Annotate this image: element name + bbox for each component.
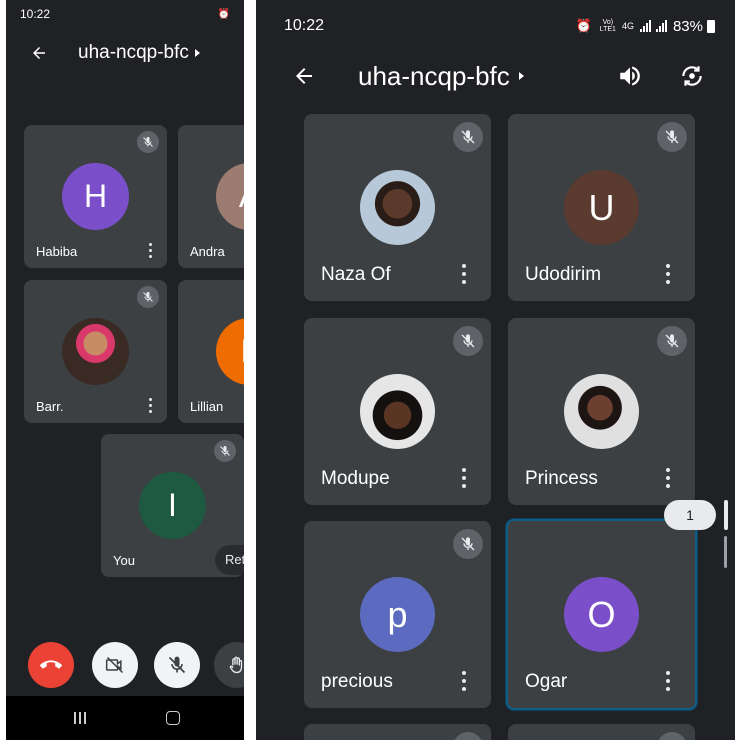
- profile-photo: [62, 318, 129, 385]
- back-arrow-icon[interactable]: [30, 44, 52, 62]
- camera-off-icon: [105, 656, 124, 674]
- battery-icon: [707, 19, 715, 33]
- caret-right-icon: [194, 49, 200, 57]
- participant-tile-you[interactable]: I You Ret: [101, 434, 244, 577]
- participant-name: Lillian: [190, 399, 224, 414]
- meeting-code[interactable]: uha-ncqp-bfc: [358, 61, 510, 92]
- page-indicator-bubble: 1: [664, 500, 716, 530]
- back-arrow-icon[interactable]: [292, 64, 320, 88]
- participant-name: Naza Of: [321, 264, 391, 285]
- network-type: 4G: [621, 21, 634, 31]
- avatar-initial: U: [564, 170, 639, 245]
- volte-icon: Vo) LTE1: [599, 19, 616, 33]
- more-options-icon[interactable]: [461, 468, 467, 488]
- participant-tile-partial[interactable]: [508, 724, 695, 740]
- participant-name: Modupe: [321, 468, 390, 489]
- participant-name: You: [113, 553, 135, 568]
- participant-tile-partial[interactable]: [304, 724, 491, 740]
- more-options-icon[interactable]: [665, 468, 671, 488]
- status-bar: 10:22 ⏰ Vo) LTE1 4G 83%: [256, 0, 735, 52]
- participant-name: Barr.: [36, 399, 64, 414]
- participant-tile-princess[interactable]: Princess: [508, 318, 695, 505]
- avatar-initial: p: [360, 577, 435, 652]
- camera-toggle-button[interactable]: [92, 642, 138, 688]
- battery-level: 83%: [672, 17, 703, 35]
- left-phone-screen: 10:22 ⏰ uha-ncqp-bfc H Habiba A Andra: [6, 0, 244, 740]
- scrollbar-thumb[interactable]: [724, 500, 728, 530]
- status-time: 10:22: [284, 17, 325, 34]
- participant-name: Princess: [525, 468, 598, 489]
- more-options-icon[interactable]: [461, 264, 467, 284]
- participant-tile-udodirim[interactable]: U Udodirim: [508, 114, 695, 301]
- signal-icon-2: [655, 20, 667, 32]
- participant-tile-ogar[interactable]: O Ogar: [506, 519, 697, 710]
- participant-name: Habiba: [36, 244, 78, 259]
- mic-off-icon: [657, 326, 687, 356]
- participant-name: Andra: [190, 244, 225, 259]
- avatar-initial: H: [62, 163, 129, 230]
- mic-off-icon: [137, 131, 159, 153]
- return-chip[interactable]: Ret: [215, 545, 244, 575]
- participant-tile-naza-of[interactable]: Naza Of: [304, 114, 491, 301]
- caret-right-icon: [518, 72, 524, 80]
- mic-off-icon: [168, 656, 186, 674]
- status-bar: 10:22 ⏰: [6, 0, 244, 28]
- meeting-code[interactable]: uha-ncqp-bfc: [78, 42, 189, 64]
- app-bar: uha-ncqp-bfc: [6, 38, 244, 68]
- participant-tile-andra[interactable]: A Andra: [178, 125, 244, 268]
- more-options-icon[interactable]: [665, 264, 671, 284]
- participant-tile-barr[interactable]: Barr.: [24, 280, 167, 423]
- participant-tile-precious[interactable]: p precious: [304, 521, 491, 708]
- avatar-initial: L: [216, 318, 244, 385]
- profile-photo: [564, 374, 639, 449]
- system-nav-bar: [6, 696, 244, 740]
- hand-icon: [229, 656, 243, 674]
- mic-toggle-button[interactable]: [154, 642, 200, 688]
- more-options-icon[interactable]: [147, 398, 153, 413]
- status-time: 10:22: [20, 7, 51, 21]
- participant-tile-modupe[interactable]: Modupe: [304, 318, 491, 505]
- alarm-icon: ⏰: [217, 8, 230, 20]
- mic-off-icon: [453, 732, 483, 740]
- participant-name: Ogar: [525, 671, 568, 692]
- switch-camera-icon[interactable]: [679, 63, 705, 89]
- phone-hangup-icon: [40, 660, 62, 669]
- right-phone-screen: 10:22 ⏰ Vo) LTE1 4G 83% uha-ncqp-bfc Naz…: [256, 0, 735, 740]
- avatar-initial: A: [216, 163, 244, 230]
- more-options-icon[interactable]: [147, 243, 153, 258]
- app-bar: uha-ncqp-bfc: [256, 56, 735, 96]
- raise-hand-button[interactable]: [214, 642, 244, 688]
- home-icon[interactable]: [166, 711, 180, 725]
- mic-off-icon: [453, 122, 483, 152]
- alarm-icon: ⏰: [575, 18, 592, 33]
- speaker-icon[interactable]: [617, 63, 643, 89]
- more-options-icon[interactable]: [461, 671, 467, 691]
- profile-photo: [360, 170, 435, 245]
- participant-name: precious: [321, 671, 393, 692]
- mic-off-icon: [657, 732, 687, 740]
- mic-off-icon: [453, 326, 483, 356]
- recents-icon[interactable]: [74, 712, 86, 724]
- participant-name: Udodirim: [525, 264, 602, 285]
- profile-photo: [360, 374, 435, 449]
- participant-tile-lillian[interactable]: L Lillian: [178, 280, 244, 423]
- participant-tile-habiba[interactable]: H Habiba: [24, 125, 167, 268]
- scrollbar-track: [724, 536, 727, 568]
- mic-off-icon: [214, 440, 236, 462]
- mic-off-icon: [453, 529, 483, 559]
- mic-off-icon: [657, 122, 687, 152]
- more-options-icon[interactable]: [665, 671, 671, 691]
- avatar-initial: I: [139, 472, 206, 539]
- mic-off-icon: [137, 286, 159, 308]
- avatar-initial: O: [564, 577, 639, 652]
- end-call-button[interactable]: [28, 642, 74, 688]
- signal-icon: [639, 20, 651, 32]
